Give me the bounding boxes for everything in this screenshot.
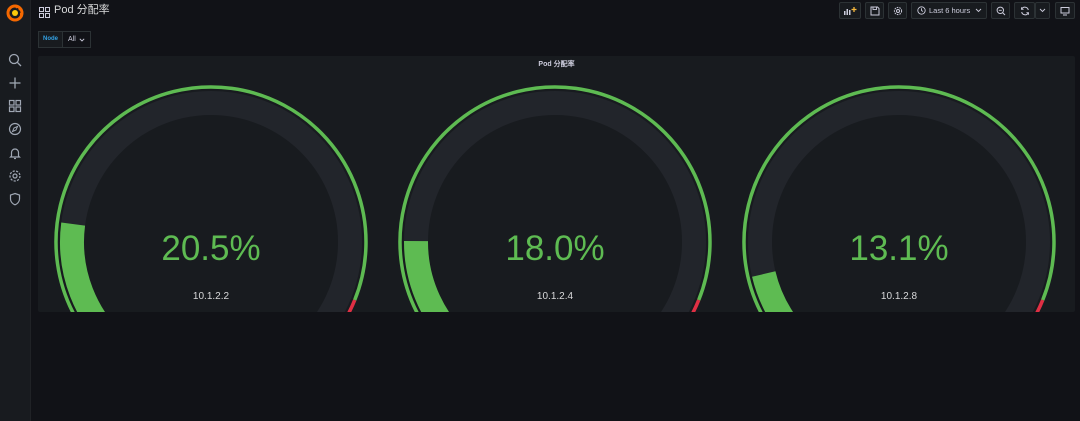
dashboard-title[interactable]: Pod 分配率 — [54, 3, 110, 17]
gauge-value: 20.5% — [161, 229, 261, 268]
gauge-value: 13.1% — [849, 229, 949, 268]
settings-gear-icon[interactable] — [7, 168, 23, 184]
refresh-interval-dropdown[interactable] — [1035, 2, 1050, 19]
monitor-icon — [1060, 6, 1070, 15]
gauge-value: 18.0% — [505, 229, 605, 268]
gauge: 20.5% 10.1.2.2 — [41, 56, 381, 312]
gauge-track — [748, 91, 1050, 312]
variable-value: All — [68, 36, 76, 43]
gauge-svg — [398, 85, 712, 312]
add-panel-icon — [844, 6, 857, 15]
gauge-threshold-green — [742, 85, 1056, 312]
zoom-out-icon — [996, 6, 1005, 15]
zoom-out-button[interactable] — [991, 2, 1010, 19]
gauge-threshold-green — [54, 85, 368, 312]
gauge-label: 10.1.2.4 — [536, 291, 574, 302]
gauge-label: 10.1.2.8 — [880, 291, 918, 302]
gauge-threshold-green — [398, 85, 712, 312]
refresh-icon — [1020, 6, 1029, 15]
variable-select-node[interactable]: All — [62, 31, 91, 48]
dashboard-settings-button[interactable] — [888, 2, 907, 19]
gauge-svg — [742, 85, 1056, 312]
grafana-logo-icon[interactable] — [5, 3, 25, 23]
clock-icon — [917, 6, 926, 15]
gauge-track — [404, 91, 706, 312]
time-range-picker[interactable]: Last 6 hours — [911, 2, 987, 19]
chevron-down-icon — [79, 37, 85, 42]
time-range-label: Last 6 hours — [929, 6, 971, 15]
save-dashboard-button[interactable] — [865, 2, 884, 19]
gauge: 18.0% 10.1.2.4 — [385, 56, 725, 312]
shield-icon[interactable] — [7, 191, 23, 207]
gauge-track — [60, 91, 362, 312]
gauge-panel[interactable]: Pod 分配率 20.5% 10.1.2.2 18.0% 10.1.2.4 13… — [38, 56, 1075, 312]
search-icon[interactable] — [7, 52, 23, 68]
add-panel-button[interactable] — [839, 2, 861, 19]
view-mode-button[interactable] — [1055, 2, 1075, 19]
top-navbar: Pod 分配率 Last 6 hours — [30, 0, 1080, 22]
sidebar — [0, 0, 31, 421]
refresh-button[interactable] — [1014, 2, 1035, 19]
gear-icon — [893, 6, 902, 15]
chevron-down-icon — [1039, 8, 1046, 13]
plus-icon[interactable] — [7, 75, 23, 91]
variable-label-node: Node — [38, 31, 62, 48]
gauge-label: 10.1.2.2 — [192, 291, 230, 302]
gauge-svg — [54, 85, 368, 312]
template-variables: Node All — [38, 31, 91, 48]
chevron-down-icon — [975, 8, 982, 13]
gauge: 13.1% 10.1.2.8 — [729, 56, 1069, 312]
dashboards-icon[interactable] — [7, 98, 23, 114]
alerting-bell-icon[interactable] — [7, 145, 23, 161]
save-icon — [870, 6, 879, 15]
dashboard-grid-icon — [39, 5, 50, 18]
explore-compass-icon[interactable] — [7, 121, 23, 137]
